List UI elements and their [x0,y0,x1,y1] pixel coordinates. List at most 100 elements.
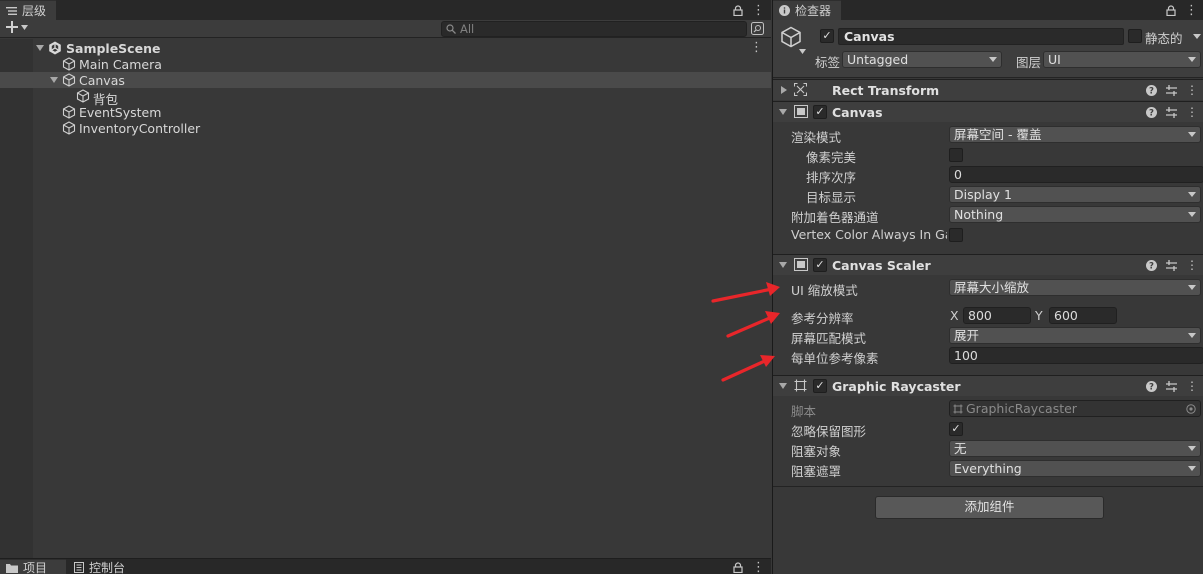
x-label: X [950,308,959,323]
pixel-perfect-checkbox[interactable] [949,148,963,162]
shader-channels-label: 附加着色器通道 [791,210,879,225]
gameobject-cube-icon [62,57,76,71]
help-icon[interactable]: ? [1146,84,1157,96]
screen-match-mode-label: 屏幕匹配模式 [791,331,867,346]
reference-resolution-y-field[interactable]: 600 [1049,307,1117,324]
canvas-component-icon [794,105,808,118]
ignore-reversed-checkbox[interactable]: ✓ [949,422,963,436]
component-more-icon[interactable]: ⋮ [1186,83,1198,97]
object-name-field[interactable]: Canvas [838,28,1124,45]
vertex-color-checkbox[interactable] [949,228,963,242]
tag-value: Untagged [847,52,909,67]
pixel-perfect-label: 像素完美 [806,150,857,165]
folder-icon [6,563,18,573]
icon-dropdown-arrow-icon[interactable] [799,49,806,54]
object-picker-icon[interactable] [1186,404,1196,414]
hierarchy-item-backpack[interactable]: 背包 [0,88,771,107]
component-more-icon[interactable]: ⋮ [1186,258,1198,272]
preset-sliders-icon[interactable] [1166,380,1177,392]
shader-channels-dropdown[interactable]: Nothing [949,206,1201,223]
script-field[interactable]: GraphicRaycaster [949,400,1201,417]
hierarchy-item-main-camera[interactable]: Main Camera [0,56,771,72]
static-dropdown-arrow-icon[interactable] [1193,34,1201,39]
target-display-value: Display 1 [954,187,1013,202]
tab-project-label: 项目 [23,561,48,574]
preset-sliders-icon[interactable] [1166,84,1177,96]
help-icon[interactable]: ? [1146,259,1157,271]
screen-match-mode-dropdown[interactable]: 展开 [949,327,1201,344]
scene-more-icon[interactable]: ⋮ [750,40,763,56]
hierarchy-item-label: Main Camera [79,57,162,72]
tab-hierarchy[interactable]: 层级 [0,0,56,20]
tag-dropdown[interactable]: Untagged [842,51,1002,68]
rect-transform-header[interactable]: Rect Transform ? ⋮ [773,79,1203,100]
console-icon [74,561,84,573]
static-checkbox[interactable] [1128,29,1142,43]
hierarchy-item-inventorycontroller[interactable]: InventoryController [0,120,771,136]
canvas-enabled-checkbox[interactable]: ✓ [813,105,827,119]
sort-order-field[interactable]: 0 [949,166,1203,183]
ui-scale-mode-dropdown[interactable]: 屏幕大小缩放 [949,279,1201,296]
lock-icon[interactable] [733,4,743,16]
render-mode-dropdown[interactable]: 屏幕空间 - 覆盖 [949,126,1201,143]
canvas-component-header[interactable]: ✓ Canvas ? ⋮ [773,101,1203,122]
tab-console[interactable]: 控制台 [68,559,134,574]
hierarchy-item-label: EventSystem [79,105,162,120]
blocking-objects-label: 阻塞对象 [791,444,842,459]
ui-scale-mode-value: 屏幕大小缩放 [954,280,1030,295]
component-more-icon[interactable]: ⋮ [1186,379,1198,393]
lock-icon[interactable] [733,561,743,573]
graphic-raycaster-enabled-checkbox[interactable]: ✓ [813,379,827,393]
layer-value: UI [1048,52,1061,67]
hierarchy-list-icon [6,6,17,16]
preset-sliders-icon[interactable] [1166,106,1177,118]
reference-resolution-x-field[interactable]: 800 [963,307,1031,324]
more-options-icon[interactable]: ⋮ [1185,3,1198,18]
reference-pixels-field[interactable]: 100 [949,347,1203,364]
svg-text:?: ? [1149,382,1154,391]
active-checkbox[interactable]: ✓ [820,29,834,43]
component-title: Graphic Raycaster [832,379,961,394]
red-arrow-icon [721,355,775,382]
scene-row[interactable]: SampleScene ⋮ [0,40,771,56]
fold-arrow-icon[interactable] [36,45,44,51]
gameobject-large-cube-icon[interactable] [780,26,802,48]
more-options-icon[interactable]: ⋮ [752,3,765,18]
create-button[interactable] [6,21,28,33]
fold-arrow-icon[interactable] [779,109,787,115]
rect-transform-icon [794,83,807,96]
hierarchy-item-canvas[interactable]: Canvas [0,72,771,88]
tab-console-label: 控制台 [89,560,126,574]
graphic-raycaster-header[interactable]: ✓ Graphic Raycaster ? ⋮ [773,375,1203,396]
fold-arrow-icon[interactable] [781,86,787,94]
hierarchy-item-eventsystem[interactable]: EventSystem [0,104,771,120]
red-arrow-icon [711,282,780,303]
more-options-icon[interactable]: ⋮ [752,560,765,574]
target-display-label: 目标显示 [806,190,857,205]
lock-icon[interactable] [1166,4,1176,16]
search-input[interactable]: All [441,21,747,37]
fold-arrow-icon[interactable] [779,262,787,268]
component-title: Canvas [832,105,883,120]
layer-dropdown[interactable]: UI [1043,51,1201,68]
fold-arrow-icon[interactable] [50,77,58,83]
scene-visibility-icon[interactable] [751,22,764,35]
canvas-scaler-header[interactable]: ✓ Canvas Scaler ? ⋮ [773,254,1203,275]
blocking-objects-dropdown[interactable]: 无 [949,440,1201,457]
tab-inspector[interactable]: 检查器 [773,0,841,20]
add-component-button[interactable]: 添加组件 [875,496,1104,519]
preset-sliders-icon[interactable] [1166,259,1177,271]
tab-project[interactable]: 项目 [0,559,66,574]
blocking-mask-dropdown[interactable]: Everything [949,460,1201,477]
render-mode-value: 屏幕空间 - 覆盖 [954,127,1042,142]
canvas-scaler-enabled-checkbox[interactable]: ✓ [813,258,827,272]
help-icon[interactable]: ? [1146,380,1157,392]
help-icon[interactable]: ? [1146,106,1157,118]
layer-label: 图层 [1016,55,1042,70]
svg-text:?: ? [1149,108,1154,117]
svg-text:?: ? [1149,86,1154,95]
component-more-icon[interactable]: ⋮ [1186,105,1198,119]
target-display-dropdown[interactable]: Display 1 [949,186,1201,203]
reference-resolution-label: 参考分辨率 [791,311,854,326]
unity-scene-icon [48,41,62,55]
